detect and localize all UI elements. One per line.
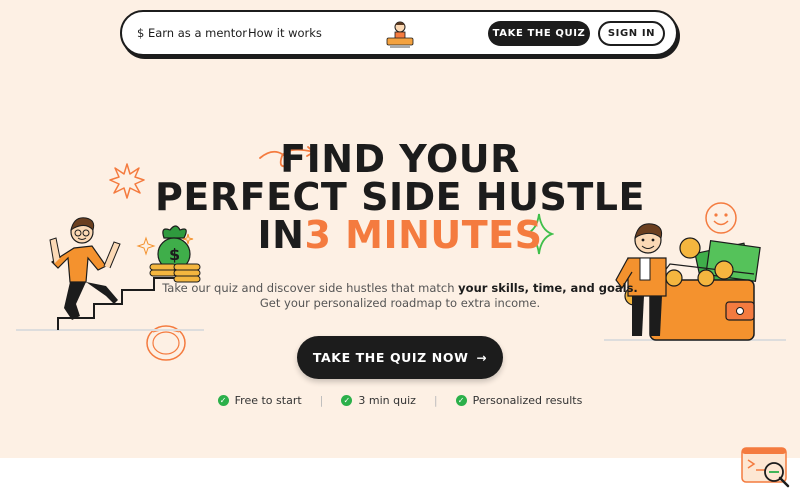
headline-in: IN — [257, 213, 305, 257]
subtitle-bold: your skills, time, and goals. — [458, 281, 638, 295]
arrow-right-icon: → — [476, 350, 488, 365]
feature-label: Free to start — [234, 394, 302, 407]
feature-item: ✓ 3 min quiz — [341, 394, 416, 407]
feature-separator: | — [433, 394, 438, 407]
headline-line-3: IN3 MINUTES — [150, 216, 650, 254]
take-the-quiz-button[interactable]: TAKE THE QUIZ — [488, 21, 590, 46]
feature-label: 3 min quiz — [358, 394, 416, 407]
top-navbar: $ Earn as a mentor How it works TAKE THE… — [120, 10, 678, 56]
check-icon: ✓ — [217, 395, 229, 406]
feature-label: Personalized results — [472, 394, 583, 407]
hero-subtitle: Take our quiz and discover side hustles … — [150, 281, 650, 311]
subtitle-part-1: Take our quiz and discover side hustles … — [162, 281, 459, 295]
search-widget-icon[interactable] — [740, 446, 792, 488]
check-icon: ✓ — [341, 395, 353, 406]
sign-in-button[interactable]: SIGN IN — [598, 21, 665, 46]
starburst-icon — [109, 163, 145, 199]
feature-item: ✓ Free to start — [217, 394, 302, 407]
feature-separator: | — [319, 394, 324, 407]
earn-as-mentor-link[interactable]: $ Earn as a mentor — [137, 26, 247, 40]
how-it-works-link[interactable]: How it works — [248, 26, 322, 40]
features-row: ✓ Free to start | ✓ 3 min quiz | ✓ Perso… — [0, 394, 800, 407]
check-icon: ✓ — [455, 395, 467, 406]
feature-item: ✓ Personalized results — [455, 394, 583, 407]
take-the-quiz-now-button[interactable]: TAKE THE QUIZ NOW → — [297, 336, 503, 379]
logo-mascot-icon[interactable] — [384, 18, 416, 50]
headline-line-1: FIND YOUR — [280, 137, 520, 181]
footer-band — [0, 458, 800, 500]
cta-label: TAKE THE QUIZ NOW — [312, 350, 469, 365]
headline-line-2: PERFECT SIDE HUSTLE — [155, 175, 645, 219]
subtitle-line-2: Get your personalized roadmap to extra i… — [259, 296, 541, 310]
headline-accent: 3 MINUTES — [304, 213, 543, 257]
hero-headline: FIND YOUR PERFECT SIDE HUSTLE IN3 MINUTE… — [150, 140, 650, 254]
